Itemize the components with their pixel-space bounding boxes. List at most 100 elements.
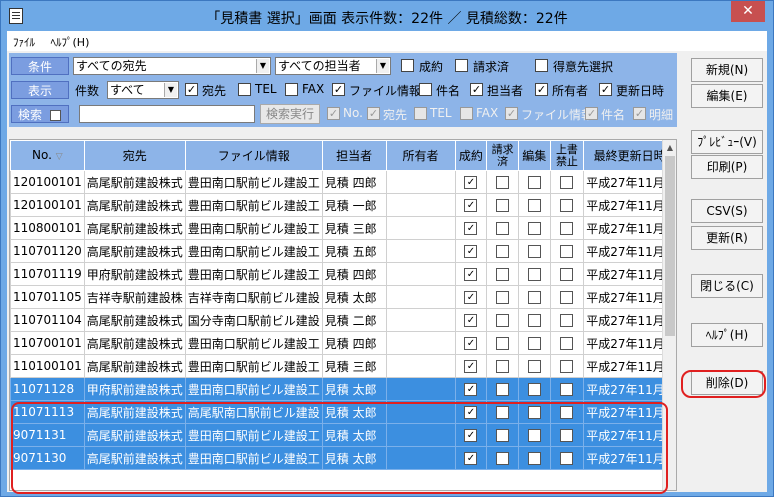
cell-lock-checkbox[interactable] [560,176,574,189]
display-col-owner-checkbox[interactable]: ✓ [535,83,548,96]
cell-contract-checkbox[interactable]: ✓ [464,360,478,373]
cell-invoiced-checkbox[interactable] [496,291,510,304]
refresh-button[interactable]: 更新(R) [691,226,763,250]
cell-invoiced-checkbox[interactable] [496,360,510,373]
table-row[interactable]: 11071128 甲府駅前建設株式 豊田南口駅前ビル建設工 見積 太郎 ✓ 平成27年11… [10,377,676,401]
col-header-dest[interactable]: 宛先 [83,140,186,171]
cell-owner [385,285,456,309]
display-col-file-checkbox[interactable]: ✓ [332,83,345,96]
table-row[interactable]: 110701104 高尾駅前建設株式 国分寺南口駅前ビル建設 見積 二郎 ✓ 平成27年1… [10,308,676,332]
col-header-contract[interactable]: 成約 [454,140,488,171]
cell-invoiced-checkbox[interactable] [496,222,510,235]
cell-file: 豊田南口駅前ビル建設工 [184,354,323,378]
table-row[interactable]: 110701119 甲府駅前建設株式 豊田南口駅前ビル建設工 見積 四郎 ✓ 平成27年1… [10,262,676,286]
search-toggle-checkbox[interactable] [49,110,61,121]
cell-file: 豊田南口駅前ビル建設工 [184,262,323,286]
close-dialog-button[interactable]: 閉じる(C) [691,274,763,298]
invoiced-checkbox[interactable] [455,59,468,72]
col-header-lock[interactable]: 上書禁止 [549,140,585,171]
cell-lock-checkbox[interactable] [560,222,574,235]
cell-staff: 見積 一郎 [321,193,387,217]
col-header-owner[interactable]: 所有者 [385,140,456,171]
table-row[interactable]: 110800101 高尾駅前建設株式 豊田南口駅前ビル建設工 見積 三郎 ✓ 平成27年1… [10,216,676,240]
cell-contract-checkbox[interactable]: ✓ [464,199,478,212]
cell-edit-checkbox[interactable] [527,199,541,212]
cell-lock-checkbox[interactable] [560,314,574,327]
scroll-up-arrow-icon[interactable]: ▲ [663,140,676,156]
edit-button[interactable]: 編集(E) [691,84,763,108]
cell-lock-checkbox[interactable] [560,199,574,212]
cell-edit-checkbox[interactable] [527,245,541,258]
selection-highlight-outline [11,402,668,494]
col-header-staff[interactable]: 担当者 [321,140,387,171]
table-row[interactable]: 110700101 高尾駅前建設株式 豊田南口駅前ビル建設工 見積 四郎 ✓ 平成27年1… [10,331,676,355]
table-row[interactable]: 120100101 高尾駅前建設株式 豊田南口駅前ビル建設工 見積 一郎 ✓ 平成27年1… [10,193,676,217]
cell-lock-checkbox[interactable] [560,291,574,304]
staff-select[interactable]: すべての担当者 ▼ [275,57,391,75]
new-button[interactable]: 新規(N) [691,58,763,82]
count-select[interactable]: すべて ▼ [107,81,179,99]
cell-staff: 見積 四郎 [321,331,387,355]
csv-button[interactable]: CSV(S) [691,199,763,223]
cell-contract-checkbox[interactable]: ✓ [464,337,478,350]
contract-checkbox[interactable] [401,59,414,72]
cell-staff: 見積 五郎 [321,239,387,263]
table-row[interactable]: 110100101 高尾駅前建設株式 豊田南口駅前ビル建設工 見積 三郎 ✓ 平成27年1… [10,354,676,378]
print-button[interactable]: 印刷(P) [691,155,763,179]
cell-invoiced-checkbox[interactable] [496,199,510,212]
close-button[interactable]: ✕ [731,1,765,22]
cell-lock-checkbox[interactable] [560,245,574,258]
cell-contract-checkbox[interactable]: ✓ [464,291,478,304]
col-header-file[interactable]: ファイル情報 [184,140,323,171]
cell-no: 120100101 [10,193,85,217]
cell-invoiced-checkbox[interactable] [496,383,510,396]
display-col-updated-label: 更新日時 [616,84,665,98]
cell-contract-checkbox[interactable]: ✓ [464,222,478,235]
cell-contract-checkbox[interactable]: ✓ [464,176,478,189]
menu-help[interactable]: ﾍﾙﾌﾟ(H) [45,31,96,53]
cell-edit-checkbox[interactable] [527,360,541,373]
client-select-checkbox[interactable] [535,59,548,72]
col-header-no[interactable]: No. ▽ [10,140,85,171]
display-col-staff-checkbox[interactable]: ✓ [470,83,483,96]
display-col-fax-checkbox[interactable] [285,83,298,96]
cell-lock-checkbox[interactable] [560,383,574,396]
cell-dest: 高尾駅前建設株式 [83,193,186,217]
table-row[interactable]: 110701105 吉祥寺駅前建設株 吉祥寺南口駅前ビル建設 見積 太郎 ✓ 平成27年1… [10,285,676,309]
table-row[interactable]: 110701120 高尾駅前建設株式 豊田南口駅前ビル建設工 見積 五郎 ✓ 平成27年1… [10,239,676,263]
menu-file[interactable]: ﾌｧｲﾙ [7,31,41,53]
cell-contract-checkbox[interactable]: ✓ [464,314,478,327]
display-col-updated-checkbox[interactable]: ✓ [599,83,612,96]
search-input[interactable] [79,105,255,123]
cell-edit-checkbox[interactable] [527,314,541,327]
col-header-edit[interactable]: 編集 [517,140,551,171]
cell-lock-checkbox[interactable] [560,268,574,281]
cell-edit-checkbox[interactable] [527,291,541,304]
help-button[interactable]: ﾍﾙﾌﾟ(H) [691,323,763,347]
cell-invoiced-checkbox[interactable] [496,314,510,327]
display-col-tel-checkbox[interactable] [238,83,251,96]
cell-edit-checkbox[interactable] [527,222,541,235]
cell-edit-checkbox[interactable] [527,383,541,396]
table-row[interactable]: 120100101 高尾駅前建設株式 豊田南口駅前ビル建設工 見積 四郎 ✓ 平成27年1… [10,170,676,194]
preview-button[interactable]: ﾌﾟﾚﾋﾞｭｰ(V) [691,130,763,154]
scroll-thumb[interactable] [665,156,675,336]
cell-lock-checkbox[interactable] [560,360,574,373]
cell-contract-checkbox[interactable]: ✓ [464,245,478,258]
display-col-dest-checkbox[interactable]: ✓ [185,83,198,96]
cell-lock-checkbox[interactable] [560,337,574,350]
cell-edit-checkbox-cell [517,170,551,194]
cell-contract-checkbox[interactable]: ✓ [464,383,478,396]
cell-invoiced-checkbox[interactable] [496,268,510,281]
cell-edit-checkbox[interactable] [527,176,541,189]
cell-edit-checkbox[interactable] [527,337,541,350]
cell-invoiced-checkbox[interactable] [496,337,510,350]
cell-edit-checkbox[interactable] [527,268,541,281]
recipient-select[interactable]: すべての宛先 ▼ [73,57,271,75]
display-col-subject-checkbox[interactable] [419,83,432,96]
cell-contract-checkbox[interactable]: ✓ [464,268,478,281]
cell-invoiced-checkbox[interactable] [496,245,510,258]
col-header-invoiced[interactable]: 請求済 [486,140,519,171]
search-execute-button[interactable]: 検索実行 [260,104,320,124]
cell-invoiced-checkbox[interactable] [496,176,510,189]
